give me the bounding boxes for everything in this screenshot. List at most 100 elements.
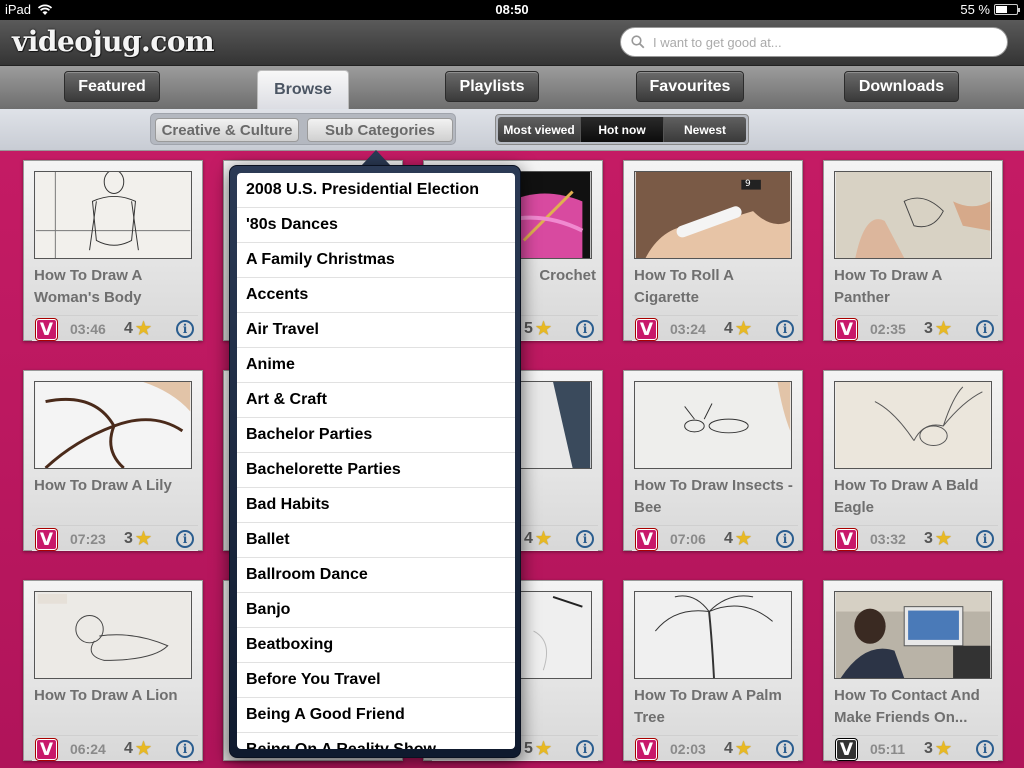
video-thumbnail bbox=[34, 381, 192, 469]
star-icon: ★ bbox=[135, 739, 152, 758]
video-rating: 3 ★ bbox=[124, 529, 151, 549]
info-icon[interactable]: i bbox=[776, 320, 794, 338]
subcategory-item[interactable]: Before You Travel bbox=[237, 663, 515, 698]
video-meta: V 05:11 3 ★ i bbox=[832, 735, 998, 761]
video-title: How To Draw A Palm Tree bbox=[634, 687, 782, 726]
sort-hot-now[interactable]: Hot now bbox=[581, 117, 664, 142]
video-card[interactable]: How To Draw Insects - Bee V 07:06 4 ★ i bbox=[623, 370, 803, 551]
video-rating: 4 ★ bbox=[524, 529, 551, 549]
category-selector-group: Creative & Culture Sub Categories bbox=[150, 113, 456, 145]
popover-arrow bbox=[361, 150, 391, 166]
video-thumbnail bbox=[634, 381, 792, 469]
video-meta: V 06:24 4 ★ i bbox=[32, 735, 198, 761]
subcategory-item[interactable]: Bachelorette Parties bbox=[237, 453, 515, 488]
subcategory-item[interactable]: Being A Good Friend bbox=[237, 698, 515, 733]
video-duration: 02:03 bbox=[670, 741, 706, 757]
info-icon[interactable]: i bbox=[576, 530, 594, 548]
video-rating: 5 ★ bbox=[524, 739, 551, 759]
tab-browse[interactable]: Browse bbox=[257, 70, 349, 109]
videojug-badge-icon: V bbox=[636, 319, 657, 340]
subcategory-item[interactable]: A Family Christmas bbox=[237, 243, 515, 278]
subcategory-item[interactable]: Ballet bbox=[237, 523, 515, 558]
status-bar: iPad 08:50 55 % bbox=[0, 0, 1024, 20]
video-meta: V 02:35 3 ★ i bbox=[832, 315, 998, 341]
logo: videojug.com bbox=[12, 25, 215, 58]
videojug-badge-icon: V bbox=[36, 739, 57, 760]
tab-featured[interactable]: Featured bbox=[64, 71, 160, 102]
video-thumbnail: 9 bbox=[634, 171, 792, 259]
subcategory-item[interactable]: '80s Dances bbox=[237, 208, 515, 243]
info-icon[interactable]: i bbox=[976, 740, 994, 758]
info-icon[interactable]: i bbox=[776, 740, 794, 758]
video-rating: 4 ★ bbox=[724, 319, 751, 339]
tab-bar: Featured Browse Playlists Favourites Dow… bbox=[0, 66, 1024, 109]
battery-percent: 55 % bbox=[960, 2, 990, 17]
header: videojug.com bbox=[0, 20, 1024, 66]
subcategories-list[interactable]: 2008 U.S. Presidential Election '80s Danc… bbox=[237, 173, 515, 749]
info-icon[interactable]: i bbox=[576, 740, 594, 758]
video-card[interactable]: How To Draw A Woman's Body V 03:46 4 ★ i bbox=[23, 160, 203, 341]
video-thumbnail bbox=[834, 381, 992, 469]
subcategory-item[interactable]: Art & Craft bbox=[237, 383, 515, 418]
video-title: How To Draw A Panther bbox=[834, 267, 942, 306]
tab-playlists[interactable]: Playlists bbox=[445, 71, 539, 102]
subcategory-item[interactable]: Ballroom Dance bbox=[237, 558, 515, 593]
info-icon[interactable]: i bbox=[776, 530, 794, 548]
video-meta: V 07:06 4 ★ i bbox=[632, 525, 798, 551]
video-duration: 03:32 bbox=[870, 531, 906, 547]
video-duration: 06:24 bbox=[70, 741, 106, 757]
rating-value: 3 bbox=[924, 740, 933, 757]
search-input[interactable] bbox=[653, 34, 993, 50]
video-rating: 4 ★ bbox=[724, 529, 751, 549]
subcategory-item[interactable]: Beatboxing bbox=[237, 628, 515, 663]
video-card[interactable]: 9 How To Roll A Cigarette V 03:24 4 ★ i bbox=[623, 160, 803, 341]
rating-value: 5 bbox=[524, 740, 533, 757]
subcategory-item[interactable]: Being On A Reality Show bbox=[237, 733, 515, 749]
info-icon[interactable]: i bbox=[176, 740, 194, 758]
category-button[interactable]: Creative & Culture bbox=[155, 118, 299, 142]
video-title: How To Draw A Lion bbox=[34, 687, 178, 704]
star-icon: ★ bbox=[135, 319, 152, 338]
sort-segmented-control: Most viewed Hot now Newest bbox=[495, 114, 749, 145]
video-meta: V 03:32 3 ★ i bbox=[832, 525, 998, 551]
info-icon[interactable]: i bbox=[176, 320, 194, 338]
subcategory-item[interactable]: Bachelor Parties bbox=[237, 418, 515, 453]
videojug-badge-icon: V bbox=[36, 529, 57, 550]
rating-value: 5 bbox=[524, 320, 533, 337]
subcategory-item[interactable]: Bad Habits bbox=[237, 488, 515, 523]
info-icon[interactable]: i bbox=[976, 530, 994, 548]
video-card[interactable]: How To Draw A Palm Tree V 02:03 4 ★ i bbox=[623, 580, 803, 761]
subcategory-item[interactable]: Air Travel bbox=[237, 313, 515, 348]
video-card[interactable]: How To Draw A Lion V 06:24 4 ★ i bbox=[23, 580, 203, 761]
subcategories-button[interactable]: Sub Categories bbox=[307, 118, 453, 142]
rating-value: 4 bbox=[524, 530, 533, 547]
subcategory-item[interactable]: Accents bbox=[237, 278, 515, 313]
sub-bar: Creative & Culture Sub Categories Most v… bbox=[0, 109, 1024, 151]
info-icon[interactable]: i bbox=[576, 320, 594, 338]
sort-newest[interactable]: Newest bbox=[664, 117, 746, 142]
subcategory-item[interactable]: 2008 U.S. Presidential Election bbox=[237, 173, 515, 208]
videojug-badge-icon: V bbox=[836, 529, 857, 550]
subcategory-item[interactable]: Banjo bbox=[237, 593, 515, 628]
video-rating: 5 ★ bbox=[524, 319, 551, 339]
star-icon: ★ bbox=[735, 319, 752, 338]
search-box[interactable] bbox=[620, 27, 1008, 57]
video-thumbnail bbox=[834, 171, 992, 259]
rating-value: 4 bbox=[124, 740, 133, 757]
star-icon: ★ bbox=[535, 319, 552, 338]
video-title: How To Draw Insects - Bee bbox=[634, 477, 793, 516]
video-card[interactable]: How To Draw A Lily V 07:23 3 ★ i bbox=[23, 370, 203, 551]
video-title: How To Draw A Bald Eagle bbox=[834, 477, 979, 516]
tab-downloads[interactable]: Downloads bbox=[844, 71, 959, 102]
video-thumbnail bbox=[34, 171, 192, 259]
info-icon[interactable]: i bbox=[976, 320, 994, 338]
video-rating: 4 ★ bbox=[724, 739, 751, 759]
tab-favourites[interactable]: Favourites bbox=[636, 71, 744, 102]
sort-most-viewed[interactable]: Most viewed bbox=[498, 117, 581, 142]
video-card[interactable]: How To Draw A Panther V 02:35 3 ★ i bbox=[823, 160, 1003, 341]
info-icon[interactable]: i bbox=[176, 530, 194, 548]
subcategory-item[interactable]: Anime bbox=[237, 348, 515, 383]
video-card[interactable]: How To Draw A Bald Eagle V 03:32 3 ★ i bbox=[823, 370, 1003, 551]
video-card[interactable]: How To Contact And Make Friends On... V … bbox=[823, 580, 1003, 761]
video-meta: V 03:46 4 ★ i bbox=[32, 315, 198, 341]
